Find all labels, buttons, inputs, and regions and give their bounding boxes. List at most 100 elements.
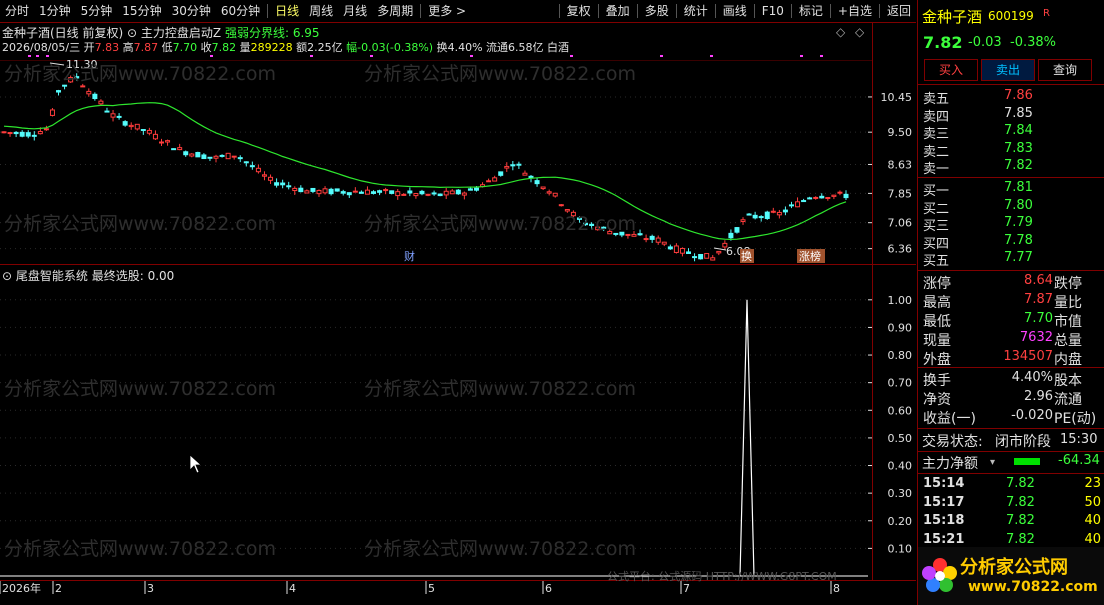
candle-body (552, 192, 558, 197)
signal-axis-label: 0.30 (888, 487, 913, 500)
date-axis-label: 2 (55, 582, 62, 595)
buy-button[interactable]: 买入 (924, 59, 978, 81)
candle-body (195, 151, 201, 158)
candle-body (776, 211, 782, 216)
stat-row: 收益(一) -0.020 PE(动) (918, 408, 1104, 427)
watermark-text: 分析家公式网www.70822.com (364, 213, 636, 235)
buy-level-5[interactable]: 买五 7.77 (918, 250, 1104, 269)
book-label: 卖四 (923, 109, 950, 125)
book-price: 7.78 (1004, 232, 1033, 248)
buy-level-3[interactable]: 买三 7.79 (918, 215, 1104, 234)
sell-level-2[interactable]: 卖二 7.83 (918, 141, 1104, 160)
sell-level-5[interactable]: 卖五 7.86 (918, 88, 1104, 107)
sell-level-4[interactable]: 卖四 7.85 (918, 106, 1104, 125)
book-price: 7.77 (1004, 250, 1033, 265)
stat-row: 换手 4.40% 股本 (918, 370, 1104, 389)
candle-body (31, 134, 37, 137)
sell-level-3[interactable]: 卖三 7.84 (918, 123, 1104, 142)
candle-body (304, 190, 310, 194)
sell-button[interactable]: 卖出 (981, 59, 1035, 81)
net-flow-dropdown-icon[interactable]: ▾ (990, 457, 995, 468)
candle-body (401, 193, 407, 196)
watermark-text: 分析家公式网www.70822.com (4, 63, 276, 85)
candle-body (13, 131, 19, 135)
candle-body (268, 176, 274, 181)
price-axis-label: 6.36 (888, 243, 913, 256)
signal-dot (660, 55, 663, 57)
candle-body (473, 187, 479, 191)
candle-body (679, 247, 685, 254)
tick-time: 15:14 (923, 476, 965, 491)
candle-body (510, 164, 516, 167)
candle-body (637, 233, 643, 236)
candle-body (274, 182, 280, 186)
candle-body (467, 188, 473, 191)
candle-body (7, 132, 13, 135)
candle-body (207, 156, 213, 159)
candle-body (407, 190, 413, 194)
stat-label-2: 跌停 (1054, 276, 1082, 292)
stat-label: 净资 (923, 392, 951, 408)
watermark-text: 分析家公式网www.70822.com (364, 63, 636, 85)
candle-body (819, 195, 825, 199)
footer-hint: 公式平台: 公式源码 HTTP://WWW.G8PT.COM (607, 570, 837, 583)
candle-body (261, 174, 267, 177)
signal-axis-label: 0.40 (888, 460, 913, 473)
tick-volume: 40 (1084, 531, 1101, 547)
candle-body (328, 188, 334, 195)
lower-panel-sub: 最终选股: 0.00 (91, 269, 175, 283)
candle-body (165, 140, 171, 143)
candle-body (86, 90, 92, 95)
buy-level-4[interactable]: 买四 7.78 (918, 233, 1104, 252)
limit-up-marker: 涨榜 (799, 249, 821, 263)
candle-body (698, 253, 704, 260)
candle-body (686, 251, 692, 255)
logo-area: 分析家公式网 www.70822.com (918, 547, 1104, 605)
tick-row: 15:18 7.82 40 (918, 513, 1104, 532)
tick-price: 7.82 (1006, 476, 1035, 491)
stat-value: 7632 (1019, 330, 1053, 345)
book-label: 卖五 (923, 92, 950, 107)
huan-marker: 换 (741, 249, 752, 263)
price-axis-label: 9.50 (888, 126, 913, 139)
candle-body (322, 188, 328, 194)
candle-body (801, 200, 807, 203)
candle-body (62, 84, 68, 87)
candle-body (564, 209, 570, 212)
tick-row: 15:17 7.82 50 (918, 495, 1104, 514)
candle-body (758, 216, 764, 219)
candle-body (201, 154, 207, 160)
signal-dot (800, 55, 803, 57)
buy-level-2[interactable]: 买二 7.80 (918, 198, 1104, 217)
book-price: 7.86 (1004, 88, 1033, 103)
candle-body (770, 210, 776, 213)
candle-body (673, 245, 679, 253)
signal-axis-label: 1.00 (888, 294, 913, 307)
candle-body (504, 165, 510, 169)
book-label: 卖二 (923, 144, 950, 160)
stat-label: 最高 (923, 295, 951, 311)
candle-body (728, 232, 734, 239)
candle-body (383, 189, 389, 192)
candle-body (431, 192, 437, 195)
stat-row: 涨停 8.64 跌停 (918, 273, 1104, 292)
stat-value: 2.96 (1024, 389, 1053, 404)
candle-body (449, 190, 455, 195)
buy-level-1[interactable]: 买一 7.81 (918, 180, 1104, 199)
stat-label-2: 总量 (1054, 333, 1082, 349)
tick-time: 15:17 (923, 494, 965, 510)
sell-level-1[interactable]: 卖一 7.82 (918, 158, 1104, 177)
lower-toggle-icon[interactable]: ⊙ (2, 269, 12, 283)
stat-label: 最低 (923, 314, 951, 330)
stat-row: 外盘 134507 内盘 (918, 349, 1104, 368)
query-button[interactable]: 查询 (1038, 59, 1092, 81)
watermark-text: 分析家公式网www.70822.com (4, 213, 276, 235)
price-axis-label: 10.45 (881, 91, 913, 104)
candle-body (316, 189, 322, 195)
lower-panel-header: ⊙ 尾盘智能系统 最终选股: 0.00 (2, 267, 174, 284)
logo-url: www.70822.com (968, 579, 1098, 595)
kline-chart[interactable]: 10.459.508.637.857.066.3611.306.08财换涨榜1.… (0, 0, 916, 605)
candle-body (710, 257, 716, 261)
candle-body (225, 152, 231, 160)
signal-dot (570, 55, 573, 57)
